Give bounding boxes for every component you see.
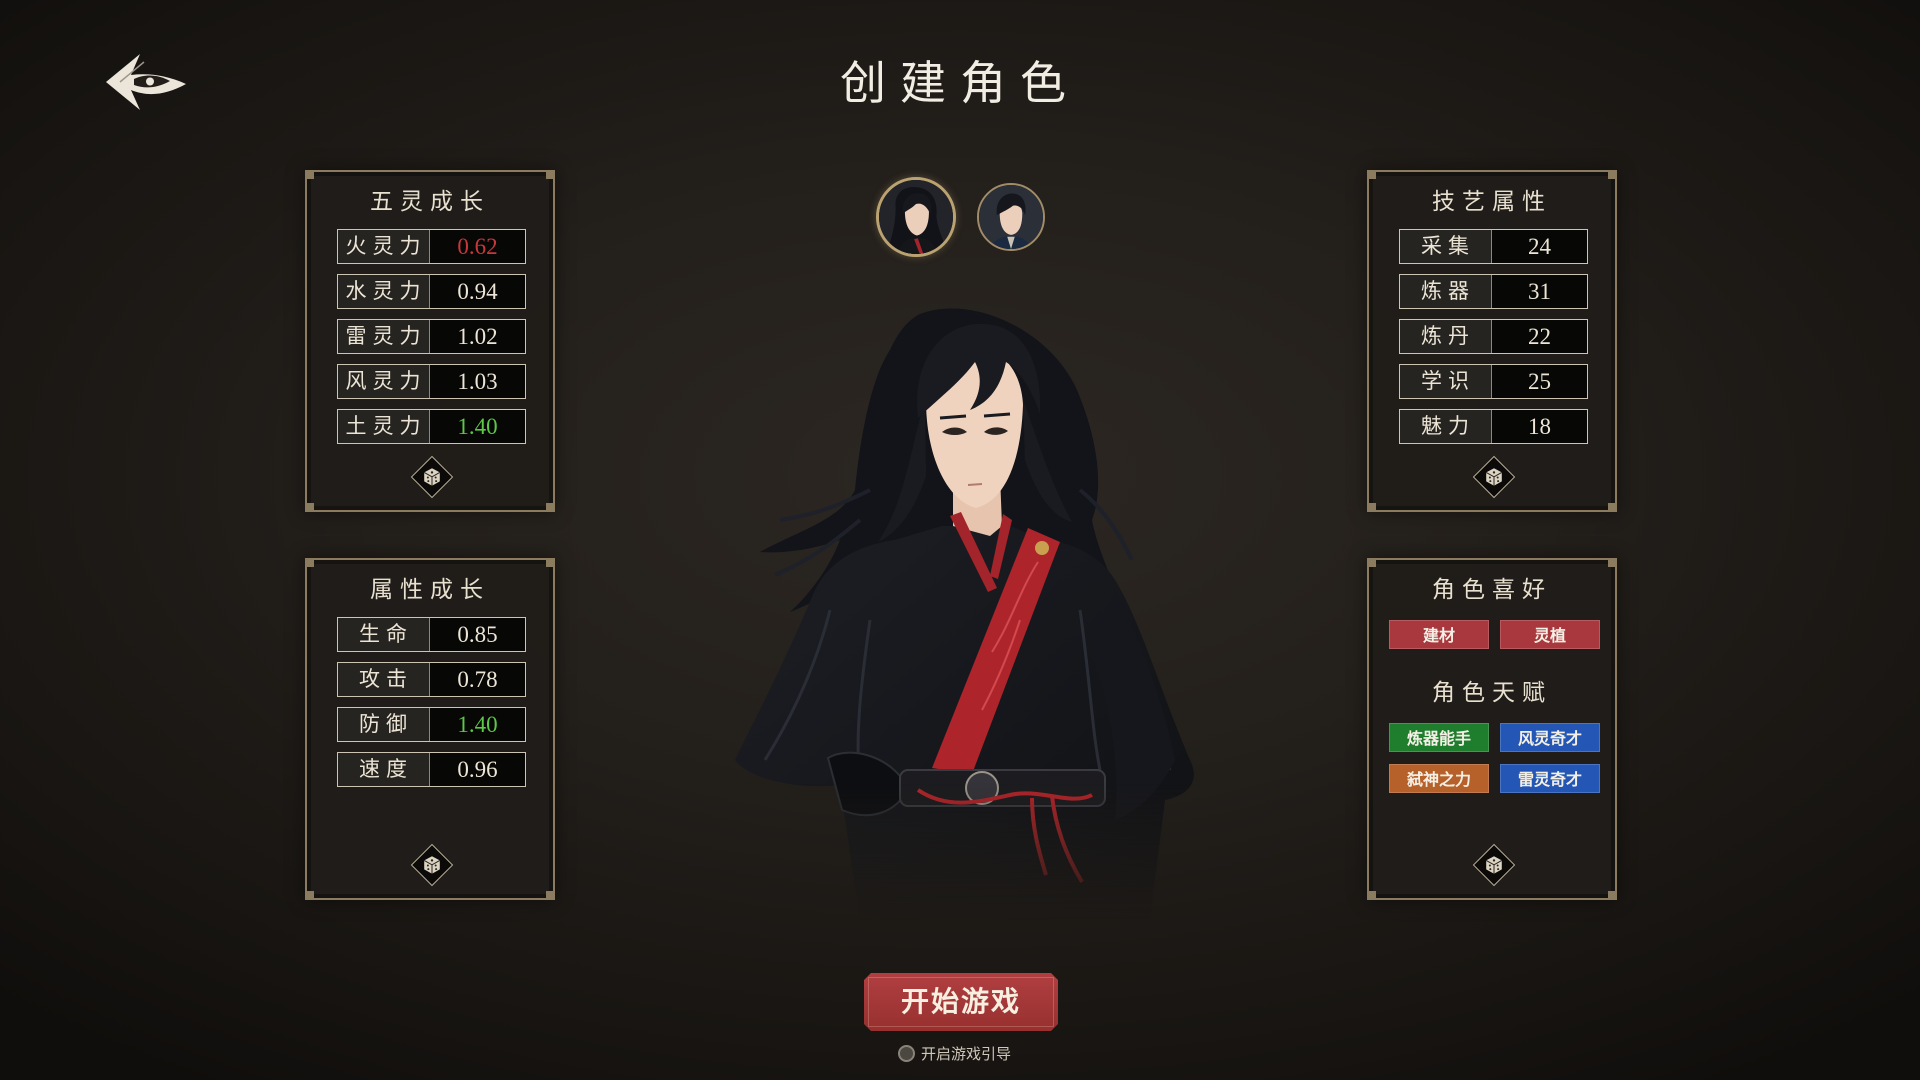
stat-value: 31 [1492, 275, 1587, 308]
stat-label: 采集 [1400, 230, 1492, 263]
dice-icon [423, 856, 441, 874]
stat-label: 魅力 [1400, 410, 1492, 443]
character-portrait [735, 308, 1194, 920]
character-mouth [967, 483, 983, 486]
panel-corner-ornament [546, 503, 555, 512]
five-spirit-panel: 五灵成长 火灵力 0.62 水灵力 0.94 雷灵力 1.02 风灵力 1.03… [305, 170, 555, 512]
preference-tag: 建材 [1389, 620, 1489, 649]
stat-value: 0.96 [430, 753, 525, 786]
stat-value: 22 [1492, 320, 1587, 353]
panel-corner-ornament [1367, 558, 1376, 567]
stat-value: 1.02 [430, 320, 525, 353]
character-sash-ornament [1035, 541, 1049, 555]
portrait-long-hair-icon [879, 180, 953, 254]
panel-corner-ornament [1367, 170, 1376, 179]
panel-corner-ornament [1367, 891, 1376, 900]
reroll-attribute-growth-button[interactable] [408, 841, 456, 889]
stat-row: 炼器 31 [1399, 274, 1588, 309]
tutorial-toggle[interactable]: 开启游戏引导 [898, 1042, 1011, 1064]
reroll-craft-attributes-button[interactable] [1470, 453, 1518, 501]
stat-row: 风灵力 1.03 [337, 364, 526, 399]
portrait-option-1[interactable] [876, 177, 956, 257]
stat-value: 18 [1492, 410, 1587, 443]
stat-value: 0.78 [430, 663, 525, 696]
dice-icon [1485, 468, 1503, 486]
panel-corner-ornament [305, 170, 314, 179]
stat-label: 土灵力 [338, 410, 430, 443]
dice-icon [423, 468, 441, 486]
stat-label: 速度 [338, 753, 430, 786]
panel-corner-ornament [546, 891, 555, 900]
stat-row: 学识 25 [1399, 364, 1588, 399]
start-button-inner-border [868, 977, 1054, 1027]
dice-icon [1485, 856, 1503, 874]
stat-value: 1.40 [430, 708, 525, 741]
panel-corner-ornament [546, 170, 555, 179]
stat-row: 雷灵力 1.02 [337, 319, 526, 354]
stat-row: 火灵力 0.62 [337, 229, 526, 264]
page-title: 创建角色 [840, 56, 1080, 110]
stat-value: 1.40 [430, 410, 525, 443]
stat-row: 采集 24 [1399, 229, 1588, 264]
panel-corner-ornament [1608, 503, 1617, 512]
stat-label: 攻击 [338, 663, 430, 696]
panel-corner-ornament [305, 503, 314, 512]
stat-row: 速度 0.96 [337, 752, 526, 787]
stat-row: 水灵力 0.94 [337, 274, 526, 309]
panel-corner-ornament [546, 558, 555, 567]
stat-label: 风灵力 [338, 365, 430, 398]
attribute-growth-panel: 属性成长 生命 0.85 攻击 0.78 防御 1.40 速度 0.96 [305, 558, 555, 900]
panel-corner-ornament [305, 558, 314, 567]
stat-label: 炼丹 [1400, 320, 1492, 353]
tutorial-toggle-label: 开启游戏引导 [921, 1044, 1012, 1063]
start-game-button[interactable]: 开始游戏 [864, 973, 1058, 1031]
stat-value: 0.62 [430, 230, 525, 263]
reroll-five-spirit-button[interactable] [408, 453, 456, 501]
craft-attributes-panel: 技艺属性 采集 24 炼器 31 炼丹 22 学识 25 魅力 18 [1367, 170, 1617, 512]
stat-label: 生命 [338, 618, 430, 651]
stat-label: 水灵力 [338, 275, 430, 308]
stat-value: 24 [1492, 230, 1587, 263]
talent-tag: 风灵奇才 [1500, 723, 1600, 752]
portrait-option-2[interactable] [977, 183, 1045, 251]
panel-title: 技艺属性 [1432, 189, 1552, 215]
stat-row: 土灵力 1.40 [337, 409, 526, 444]
stat-label: 炼器 [1400, 275, 1492, 308]
panel-corner-ornament [1608, 558, 1617, 567]
talents-title: 角色天赋 [1432, 680, 1552, 706]
tutorial-radio[interactable] [898, 1044, 915, 1062]
stat-row: 攻击 0.78 [337, 662, 526, 697]
stat-label: 雷灵力 [338, 320, 430, 353]
panel-corner-ornament [305, 891, 314, 900]
talent-tag: 炼器能手 [1389, 723, 1489, 752]
preference-tag: 灵植 [1500, 620, 1600, 649]
traits-panel: 角色喜好 建材 灵植 角色天赋 炼器能手 风灵奇才 弑神之力 雷灵奇才 [1367, 558, 1617, 900]
stat-label: 火灵力 [338, 230, 430, 263]
panel-title: 五灵成长 [370, 189, 490, 215]
stat-row: 魅力 18 [1399, 409, 1588, 444]
panel-corner-ornament [1608, 170, 1617, 179]
panel-corner-ornament [1367, 503, 1376, 512]
stat-row: 炼丹 22 [1399, 319, 1588, 354]
stat-value: 0.85 [430, 618, 525, 651]
stat-value: 1.03 [430, 365, 525, 398]
stat-label: 防御 [338, 708, 430, 741]
stat-row: 生命 0.85 [337, 617, 526, 652]
stat-label: 学识 [1400, 365, 1492, 398]
panel-corner-ornament [1608, 891, 1617, 900]
talent-tag: 雷灵奇才 [1500, 764, 1600, 793]
stat-row: 防御 1.40 [337, 707, 526, 742]
preferences-title: 角色喜好 [1432, 577, 1552, 603]
portrait-short-hair-icon [979, 185, 1043, 249]
panel-title: 属性成长 [370, 577, 490, 603]
stat-value: 0.94 [430, 275, 525, 308]
reroll-traits-button[interactable] [1470, 841, 1518, 889]
talent-tag: 弑神之力 [1389, 764, 1489, 793]
stat-value: 25 [1492, 365, 1587, 398]
